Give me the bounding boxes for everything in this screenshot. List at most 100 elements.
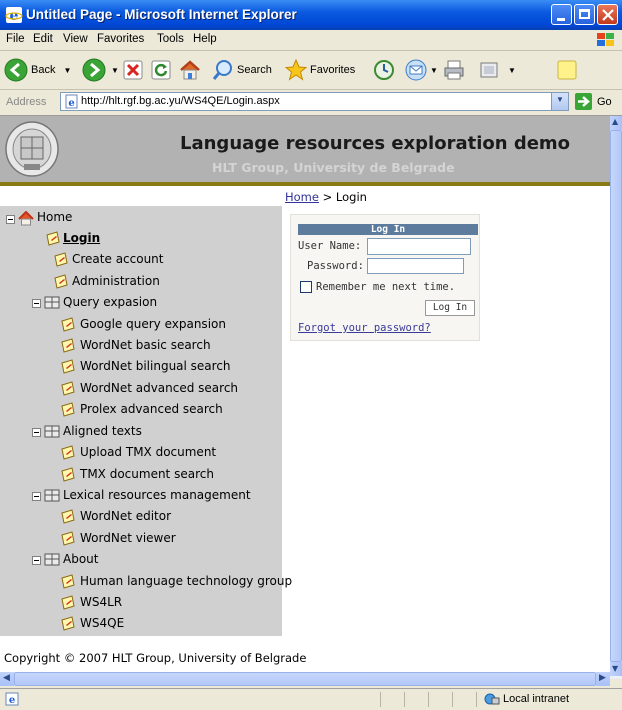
go-label[interactable]: Go bbox=[597, 96, 612, 108]
nav-home[interactable]: Home bbox=[37, 210, 72, 224]
menu-tools[interactable]: Tools bbox=[157, 33, 184, 45]
forward-dropdown-icon[interactable]: ▼ bbox=[111, 66, 119, 75]
nav-create-account[interactable]: Create account bbox=[72, 252, 164, 266]
nav-hlt-group[interactable]: Human language technology group bbox=[80, 574, 292, 588]
menu-view[interactable]: View bbox=[63, 33, 88, 45]
login-panel: Log In User Name: Password: Remember me … bbox=[290, 214, 480, 341]
forgot-password-link[interactable]: Forgot your password? bbox=[298, 322, 431, 334]
vertical-scroll-thumb[interactable] bbox=[610, 130, 622, 662]
menu-edit[interactable]: Edit bbox=[33, 33, 53, 45]
menu-help[interactable]: Help bbox=[193, 33, 217, 45]
login-button[interactable]: Log In bbox=[425, 300, 475, 316]
nav-wordnet-viewer[interactable]: WordNet viewer bbox=[80, 531, 176, 545]
close-button[interactable] bbox=[597, 4, 618, 25]
page-icon bbox=[61, 359, 75, 374]
internet-explorer-icon: e bbox=[5, 7, 23, 24]
home-icon bbox=[180, 60, 200, 80]
status-divider bbox=[428, 692, 429, 707]
university-seal-logo bbox=[5, 121, 59, 177]
collapse-home-icon[interactable] bbox=[6, 215, 15, 224]
scroll-up-button[interactable]: ▲ bbox=[610, 116, 622, 130]
collapse-about-icon[interactable] bbox=[32, 556, 41, 565]
edit-page-button[interactable]: ▼ bbox=[478, 55, 516, 85]
nav-prolex-advanced-search[interactable]: Prolex advanced search bbox=[80, 402, 223, 416]
go-button[interactable] bbox=[575, 93, 592, 110]
favorites-button[interactable]: Favorites bbox=[284, 55, 355, 85]
nav-administration[interactable]: Administration bbox=[72, 274, 160, 288]
scroll-left-button[interactable]: ◀ bbox=[0, 672, 14, 686]
copyright-text: Copyright © 2007 HLT Group, University o… bbox=[4, 651, 307, 665]
search-icon bbox=[212, 60, 232, 80]
refresh-button[interactable] bbox=[150, 55, 172, 85]
nav-about[interactable]: About bbox=[63, 552, 98, 566]
breadcrumb-home-link[interactable]: Home bbox=[285, 190, 319, 204]
address-input[interactable]: e http://hlt.rgf.bg.ac.yu/WS4QE/Login.as… bbox=[60, 92, 569, 111]
edit-dropdown-icon[interactable]: ▼ bbox=[508, 66, 516, 75]
nav-google-query-expansion[interactable]: Google query expansion bbox=[80, 317, 226, 331]
nav-wordnet-editor[interactable]: WordNet editor bbox=[80, 509, 171, 523]
maximize-icon bbox=[579, 9, 590, 19]
menu-file[interactable]: File bbox=[6, 33, 25, 45]
username-input[interactable] bbox=[367, 238, 471, 255]
star-icon bbox=[284, 58, 308, 81]
mail-icon bbox=[405, 59, 427, 81]
minimize-button[interactable] bbox=[551, 4, 572, 25]
horizontal-scroll-thumb[interactable] bbox=[14, 672, 596, 686]
mail-button[interactable]: ▼ bbox=[404, 55, 438, 85]
folder-tree-icon bbox=[44, 489, 60, 502]
horizontal-scrollbar[interactable]: ◀ ▶ bbox=[0, 672, 610, 686]
nav-wordnet-advanced-search[interactable]: WordNet advanced search bbox=[80, 381, 238, 395]
menu-favorites[interactable]: Favorites bbox=[97, 33, 144, 45]
vertical-scrollbar[interactable]: ▲ ▼ bbox=[610, 116, 622, 679]
page-icon bbox=[61, 509, 75, 524]
nav-tmx-search[interactable]: TMX document search bbox=[80, 467, 214, 481]
nav-wordnet-basic-search[interactable]: WordNet basic search bbox=[80, 338, 211, 352]
collapse-query-icon[interactable] bbox=[32, 299, 41, 308]
collapse-aligned-icon[interactable] bbox=[32, 428, 41, 437]
nav-query-expansion[interactable]: Query expasion bbox=[63, 295, 157, 309]
folder-tree-icon bbox=[44, 425, 60, 438]
back-button[interactable]: Back ▼ bbox=[4, 55, 71, 85]
standard-toolbar: Back ▼ ▼ Search Favorites ▼ ▼ bbox=[0, 51, 622, 90]
scroll-down-button[interactable]: ▼ bbox=[610, 662, 622, 676]
page-icon bbox=[61, 445, 75, 460]
maximize-button[interactable] bbox=[574, 4, 595, 25]
password-input[interactable] bbox=[367, 258, 464, 274]
remember-checkbox[interactable] bbox=[300, 281, 312, 293]
address-dropdown-button[interactable]: ▼ bbox=[551, 93, 568, 110]
page-icon bbox=[61, 381, 75, 396]
stop-icon bbox=[123, 60, 143, 80]
back-dropdown-icon[interactable]: ▼ bbox=[63, 66, 71, 75]
history-button[interactable] bbox=[372, 55, 396, 85]
scroll-right-button[interactable]: ▶ bbox=[596, 672, 610, 686]
page-icon bbox=[61, 317, 75, 332]
search-button[interactable]: Search bbox=[211, 55, 272, 85]
nav-upload-tmx[interactable]: Upload TMX document bbox=[80, 445, 216, 459]
stop-button[interactable] bbox=[122, 55, 144, 85]
messenger-button[interactable] bbox=[555, 55, 579, 85]
mail-dropdown-icon[interactable]: ▼ bbox=[430, 66, 438, 75]
back-label: Back bbox=[31, 64, 56, 76]
zone-label: Local intranet bbox=[503, 693, 570, 705]
breadcrumb-current: Login bbox=[335, 190, 367, 204]
forward-arrow-icon bbox=[82, 58, 106, 82]
window-title-bar[interactable]: e Untitled Page - Microsoft Internet Exp… bbox=[0, 0, 622, 30]
print-button[interactable] bbox=[442, 55, 466, 85]
nav-aligned-texts[interactable]: Aligned texts bbox=[63, 424, 142, 438]
nav-wordnet-bilingual-search[interactable]: WordNet bilingual search bbox=[80, 359, 231, 373]
collapse-lexical-icon[interactable] bbox=[32, 492, 41, 501]
forward-button[interactable]: ▼ bbox=[82, 55, 119, 85]
close-icon bbox=[602, 9, 614, 21]
chevron-left-icon: ◀ bbox=[3, 673, 10, 683]
page-icon bbox=[61, 531, 75, 546]
sidebar-nav: Home Login Create account Administration… bbox=[0, 206, 292, 636]
home-button[interactable] bbox=[178, 55, 202, 85]
nav-lexical-management[interactable]: Lexical resources management bbox=[63, 488, 251, 502]
nav-login[interactable]: Login bbox=[63, 231, 100, 245]
history-icon bbox=[374, 60, 394, 80]
page-icon bbox=[54, 252, 68, 267]
status-divider bbox=[404, 692, 405, 707]
nav-ws4qe[interactable]: WS4QE bbox=[80, 616, 124, 630]
nav-ws4lr[interactable]: WS4LR bbox=[80, 595, 122, 609]
page-viewport: Language resources exploration demo HLT … bbox=[0, 116, 610, 679]
